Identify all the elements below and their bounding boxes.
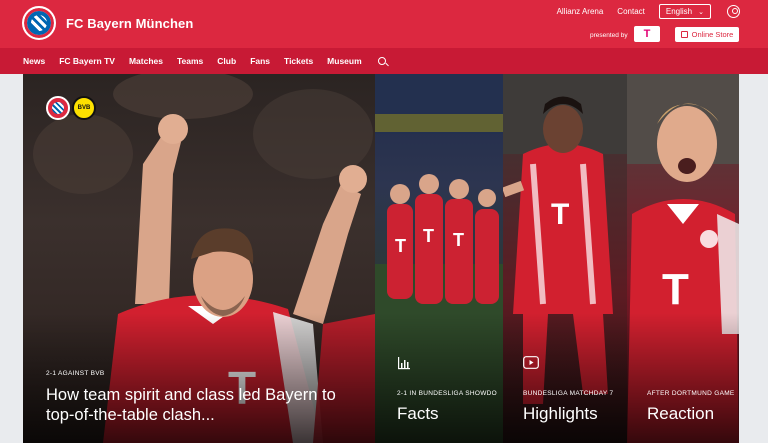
svg-text:T: T (662, 265, 689, 314)
svg-text:T: T (395, 236, 406, 256)
hero-panel-reaction[interactable]: T AFTER DORTMUND GAME Reaction (627, 74, 739, 443)
nav-item-fans[interactable]: Fans (250, 56, 270, 66)
bvb-badge-icon: BVB (72, 96, 96, 120)
facts-title[interactable]: Facts (397, 404, 439, 424)
top-links: Allianz Arena Contact English ⌄ (557, 4, 740, 19)
nav-item-matches[interactable]: Matches (129, 56, 163, 66)
main-story-tag: 2-1 AGAINST BVB (46, 370, 105, 377)
facts-tag: 2-1 IN BUNDESLIGA SHOWDO (397, 390, 498, 397)
svg-text:T: T (453, 230, 464, 250)
hero-panel-facts[interactable]: T T T 2-1 IN BUNDESLIGA SHOWDO Facts (375, 74, 503, 443)
hero-panel-highlights[interactable]: T BUNDESLIGA MATCHDAY 7 Highlights (503, 74, 627, 443)
svg-text:T: T (423, 226, 434, 246)
hero-main-story[interactable]: T BVB 2-1 AGAINST BVB How team spirit an… (23, 74, 375, 443)
language-value: English (665, 7, 693, 16)
sponsor-logo[interactable]: T (634, 26, 660, 42)
nav-item-teams[interactable]: Teams (177, 56, 203, 66)
brand[interactable]: FC Bayern München (22, 6, 193, 40)
main-story-headline[interactable]: How team spirit and class led Bayern to … (46, 385, 346, 425)
user-account-icon[interactable] (727, 5, 740, 18)
main-nav: News FC Bayern TV Matches Teams Club Fan… (0, 48, 768, 74)
hero-carousel: T BVB 2-1 AGAINST BVB How team spirit an… (23, 74, 739, 443)
shopping-bag-icon (680, 31, 688, 38)
highlights-tag: BUNDESLIGA MATCHDAY 7 (523, 390, 614, 397)
online-store-label: Online Store (691, 30, 734, 39)
chevron-down-icon: ⌄ (698, 8, 704, 16)
language-select[interactable]: English ⌄ (658, 4, 711, 19)
contact-link[interactable]: Contact (617, 7, 645, 16)
reaction-title[interactable]: Reaction (647, 404, 714, 424)
highlights-title[interactable]: Highlights (523, 404, 598, 424)
nav-item-fc-bayern-tv[interactable]: FC Bayern TV (59, 56, 115, 66)
brand-title[interactable]: FC Bayern München (66, 16, 193, 31)
play-icon (523, 356, 539, 369)
nav-item-news[interactable]: News (23, 56, 45, 66)
svg-text:T: T (551, 198, 569, 231)
presented-by-label: presented by (590, 32, 628, 39)
facts-shade (375, 313, 503, 443)
online-store-button[interactable]: Online Store (675, 27, 739, 42)
club-crest-logo[interactable] (22, 6, 56, 40)
reaction-tag: AFTER DORTMUND GAME (647, 390, 735, 397)
bayern-badge-icon (46, 96, 70, 120)
nav-item-tickets[interactable]: Tickets (284, 56, 313, 66)
site-header: FC Bayern München Allianz Arena Contact … (0, 0, 768, 74)
allianz-arena-link[interactable]: Allianz Arena (557, 7, 604, 16)
bar-chart-icon (398, 357, 410, 370)
search-icon[interactable] (377, 57, 386, 65)
match-badges: BVB (46, 96, 96, 120)
nav-item-club[interactable]: Club (217, 56, 236, 66)
nav-item-museum[interactable]: Museum (327, 56, 361, 66)
